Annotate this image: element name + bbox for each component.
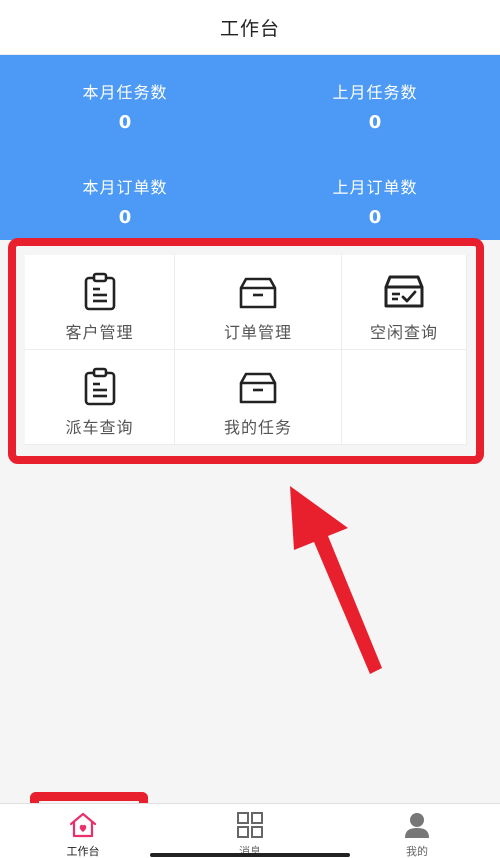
- tab-label: 我的: [406, 845, 428, 858]
- menu-item-my-tasks[interactable]: 我的任务: [175, 350, 342, 445]
- menu-item-label: 我的任务: [223, 418, 292, 437]
- stat-last-month-orders: 上月订单数 0: [250, 174, 500, 228]
- menu-item-label: 空闲查询: [369, 323, 438, 342]
- menu-item-label: 客户管理: [65, 323, 134, 342]
- clipboard-icon: [84, 272, 115, 311]
- clipboard-icon: [84, 367, 115, 406]
- menu-empty-cell: [342, 350, 467, 445]
- stat-label: 本月订单数: [82, 178, 168, 197]
- stat-last-month-tasks: 上月任务数 0: [250, 79, 500, 133]
- tab-mine[interactable]: 我的: [377, 804, 457, 858]
- box-icon: [239, 277, 277, 309]
- stat-label: 上月订单数: [332, 178, 418, 197]
- home-indicator: [150, 853, 350, 857]
- stats-panel: 本月任务数 0 上月任务数 0 本月订单数 0 上月订单数 0: [0, 55, 500, 240]
- grid-icon: [237, 812, 263, 838]
- stat-value: 0: [368, 112, 382, 133]
- box-icon: [239, 372, 277, 404]
- page-title: 工作台: [219, 17, 280, 40]
- tab-label: 工作台: [66, 845, 100, 858]
- home-icon: [69, 812, 97, 838]
- menu-grid: 客户管理 订单管理 空闲查询 派车查询 我的任务: [25, 255, 467, 445]
- stat-this-month-orders: 本月订单数 0: [0, 174, 250, 228]
- stat-value: 0: [118, 207, 132, 228]
- top-bar: 工作台: [0, 0, 500, 55]
- annotation-arrow-icon: [290, 486, 382, 674]
- menu-item-dispatch-query[interactable]: 派车查询: [25, 350, 175, 445]
- stat-value: 0: [368, 207, 382, 228]
- stat-label: 上月任务数: [332, 83, 418, 102]
- stat-value: 0: [118, 112, 132, 133]
- menu-item-label: 订单管理: [223, 323, 292, 342]
- menu-item-label: 派车查询: [65, 418, 134, 437]
- annotation-highlight-box: 客户管理 订单管理 空闲查询 派车查询 我的任务: [8, 238, 484, 464]
- tab-workbench[interactable]: 工作台: [43, 804, 123, 858]
- menu-item-order-management[interactable]: 订单管理: [175, 255, 342, 350]
- stat-label: 本月任务数: [82, 83, 168, 102]
- person-icon: [405, 813, 429, 838]
- inbox-check-icon: [384, 275, 424, 308]
- stat-this-month-tasks: 本月任务数 0: [0, 79, 250, 133]
- tab-messages[interactable]: 消息: [210, 804, 290, 858]
- bottom-tab-bar: 工作台 消息 我的: [0, 803, 500, 858]
- menu-item-customer-management[interactable]: 客户管理: [25, 255, 175, 350]
- menu-item-idle-query[interactable]: 空闲查询: [342, 255, 467, 350]
